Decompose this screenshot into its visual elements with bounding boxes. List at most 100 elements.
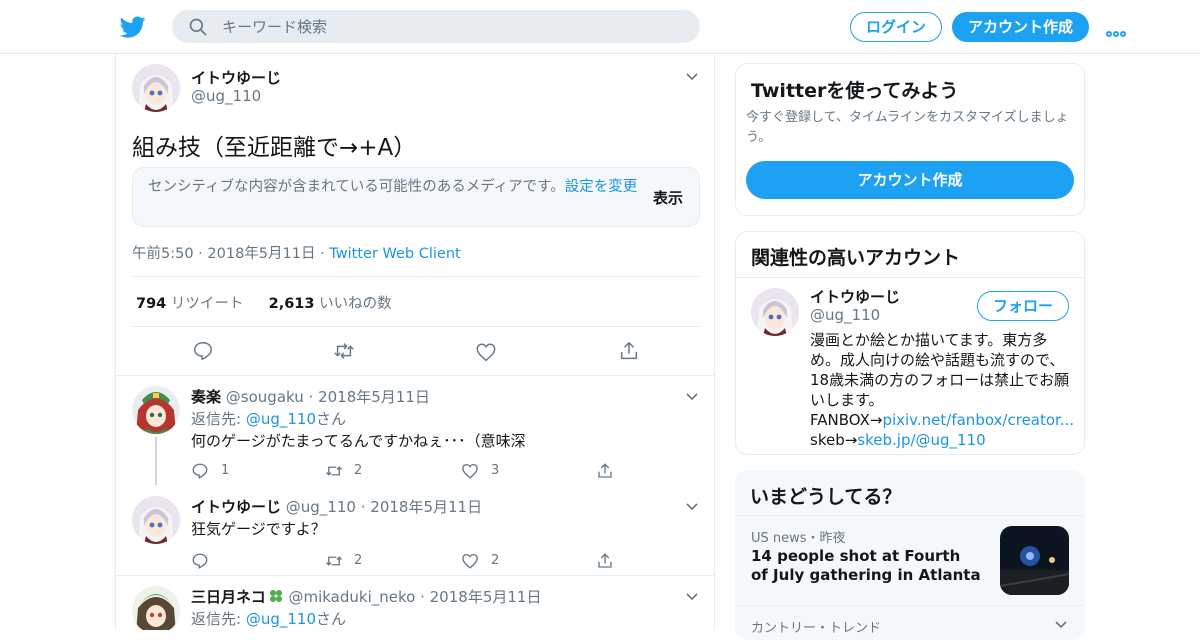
reply-icon — [192, 463, 208, 479]
share-icon — [598, 463, 612, 478]
reply-to-handle-link[interactable]: @ug_110 — [246, 410, 316, 428]
tweet-client-link[interactable]: Twitter Web Client — [329, 246, 460, 262]
reply-icon[interactable] — [192, 340, 214, 362]
avatar[interactable] — [132, 386, 180, 434]
like-count: 3 — [491, 463, 500, 478]
reply-text: 何のゲージがたまってるんですかねぇ･･･（意味深 — [191, 432, 526, 450]
trend-category: US news・昨夜 — [751, 531, 846, 546]
retweet-label[interactable]: リツイート — [171, 296, 244, 312]
like-heart-icon — [462, 463, 478, 479]
reply-actions: 2 2 — [191, 551, 621, 571]
top-bar: ログイン アカウント作成 — [0, 0, 1200, 54]
reply-to-handle-link[interactable]: @ug_110 — [246, 610, 316, 628]
reply-to-suffix: さん — [316, 610, 347, 628]
search-input[interactable] — [222, 10, 682, 43]
twitter-bird-logo-icon[interactable] — [120, 14, 146, 40]
related-account-handle[interactable]: @ug_110 — [810, 306, 880, 324]
reply-text: 狂気ゲージですよ？ — [191, 520, 326, 538]
reply-date[interactable]: 2018年5月11日 — [370, 498, 482, 516]
fanbox-link[interactable]: pixiv.net/fanbox/creator... — [882, 411, 1074, 429]
tweet-separator — [116, 375, 714, 376]
share-icon — [598, 553, 612, 568]
trends-card: いまどうしてる？ US news・昨夜 14 people shot at Fo… — [735, 470, 1085, 640]
reply-to-prefix: 返信先: — [191, 610, 246, 628]
sensitive-settings-link[interactable]: 設定を変更 — [565, 179, 638, 195]
reply-author-name[interactable]: 奏楽 — [191, 388, 221, 406]
signup-card-button[interactable]: アカウント作成 — [746, 161, 1074, 199]
tweet-time: 午前5:50 — [132, 246, 194, 262]
retweet-icon — [326, 466, 342, 476]
retweet-count[interactable]: 794 — [136, 296, 166, 312]
thread-connector-line — [155, 437, 157, 485]
tweet-stats: 794 リツイート 2,613 いいねの数 — [136, 292, 392, 313]
share-icon[interactable] — [618, 340, 640, 362]
tweet-author-handle[interactable]: @ug_110 — [191, 87, 261, 105]
search-box[interactable] — [172, 10, 700, 43]
signup-card-title: Twitterを使ってみよう — [751, 80, 959, 102]
signup-card: Twitterを使ってみよう 今すぐ登録して、タイムラインをカスタマイズしましょ… — [735, 63, 1085, 216]
divider — [736, 277, 1084, 278]
avatar[interactable] — [132, 64, 180, 112]
fanbox-prefix: FANBOX→ — [810, 411, 883, 429]
reply-actions: 1 2 3 — [191, 461, 621, 481]
like-heart-icon — [462, 553, 478, 569]
reply-author-handle[interactable]: @sougaku — [226, 388, 304, 406]
signup-button[interactable]: アカウント作成 — [952, 12, 1089, 42]
sensitive-media-notice: センシティブな内容が含まれている可能性のあるメディアです。設定を変更 表示 — [132, 167, 700, 227]
trend-item[interactable]: US news・昨夜 14 people shot at Fourth of J… — [735, 515, 1085, 605]
signup-card-subtitle: 今すぐ登録して、タイムラインをカスタマイズしましょう。 — [746, 110, 1069, 145]
related-accounts-card: 関連性の高いアカウント イトウゆーじ @ug_110 フォロー 漫画とか絵とか描… — [735, 231, 1085, 455]
chevron-down-icon[interactable] — [685, 590, 699, 604]
related-account-name[interactable]: イトウゆーじ — [810, 286, 900, 307]
trends-title: いまどうしてる？ — [750, 486, 902, 508]
reply-author-handle[interactable]: @mikaduki_neko — [288, 588, 415, 606]
trend-category: カントリー・トレンド — [751, 621, 882, 636]
reply-icon — [192, 553, 208, 569]
retweet-icon — [326, 556, 342, 566]
like-heart-icon[interactable] — [475, 341, 497, 363]
chevron-down-icon[interactable] — [685, 390, 699, 404]
trend-thumbnail — [1000, 526, 1069, 595]
follow-button[interactable]: フォロー — [977, 291, 1069, 321]
reply-date[interactable]: 2018年5月11日 — [430, 588, 542, 606]
skeb-link[interactable]: skeb.jp/@ug_110 — [857, 431, 985, 449]
trend-title: 14 people shot at Fourth of July gatheri… — [751, 547, 981, 584]
reply-author-name[interactable]: 三日月ネコ — [191, 588, 266, 606]
reply-author-name[interactable]: イトウゆーじ — [191, 498, 281, 516]
retweet-icon[interactable] — [332, 340, 356, 362]
more-menu-icon[interactable] — [1106, 22, 1130, 37]
reply-author-handle[interactable]: @ug_110 — [286, 498, 356, 516]
reply-date[interactable]: 2018年5月11日 — [318, 388, 430, 406]
related-account-bio: 漫画とか絵とか描いてます。東方多め。成人向けの絵や話題も流すので、18歳未満の方… — [810, 330, 1074, 450]
retweet-count: 2 — [354, 463, 363, 478]
avatar[interactable] — [132, 586, 180, 630]
reply-to-prefix: 返信先: — [191, 410, 246, 428]
tweet-date: 2018年5月11日 — [207, 246, 316, 262]
like-count: 2 — [491, 553, 500, 568]
bio-text: 漫画とか絵とか描いてます。東方多め。成人向けの絵や話題も流すので、18歳未満の方… — [810, 331, 1070, 409]
tweet-author-name[interactable]: イトウゆーじ — [191, 67, 281, 88]
reply-to-suffix: さん — [316, 410, 347, 428]
related-accounts-title: 関連性の高いアカウント — [751, 247, 961, 269]
like-label[interactable]: いいねの数 — [319, 296, 392, 312]
like-count[interactable]: 2,613 — [269, 296, 315, 312]
avatar[interactable] — [751, 288, 799, 336]
tweet-text: 組み技（至近距離で→+A） — [132, 135, 417, 161]
skeb-prefix: skeb→ — [810, 431, 858, 449]
chevron-down-icon[interactable] — [685, 70, 699, 84]
reply-count: 1 — [221, 463, 230, 478]
retweet-count: 2 — [354, 553, 363, 568]
trend-item[interactable]: カントリー・トレンド — [735, 605, 1085, 640]
login-button[interactable]: ログイン — [850, 12, 942, 42]
avatar[interactable] — [132, 496, 180, 544]
chevron-down-icon[interactable] — [685, 500, 699, 514]
divider — [132, 276, 700, 277]
main-timeline: イトウゆーじ @ug_110 組み技（至近距離で→+A） センシティブな内容が含… — [115, 54, 715, 630]
show-media-button[interactable]: 表示 — [653, 187, 683, 208]
sensitive-notice-text: センシティブな内容が含まれている可能性のあるメディアです。 — [148, 179, 565, 195]
tweet-metadata: 午前5:50 · 2018年5月11日 · Twitter Web Client — [132, 246, 461, 262]
clover-emoji-icon — [269, 590, 282, 602]
divider — [132, 326, 700, 327]
search-icon — [189, 18, 207, 36]
tweet-separator — [116, 575, 714, 576]
